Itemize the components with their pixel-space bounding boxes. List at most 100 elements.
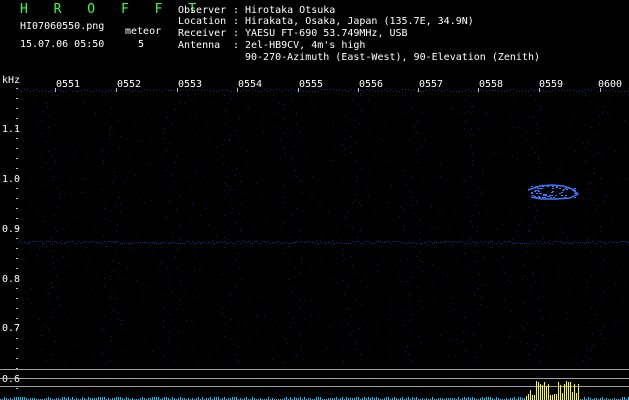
level-bar (542, 385, 543, 400)
noise-dot (217, 348, 218, 349)
noise-dot (513, 97, 514, 98)
echo-pixel (559, 193, 561, 194)
noise-dot (197, 297, 198, 298)
level-bar (546, 386, 547, 400)
noise-dot (56, 231, 57, 232)
noise-dot (118, 279, 119, 280)
noise-dot (298, 93, 299, 94)
noise-dot (360, 93, 361, 94)
noise-dot (571, 262, 572, 263)
noise-dot (622, 241, 623, 242)
frequency-tick (16, 108, 18, 109)
level-bar (576, 393, 577, 400)
noise-dot (566, 242, 567, 243)
noise-dot (273, 90, 274, 91)
noise-dot (520, 342, 521, 343)
noise-dot (281, 158, 282, 159)
noise-dot (291, 89, 292, 90)
noise-dot (115, 99, 116, 100)
noise-dot (417, 300, 418, 301)
noise-dot (218, 242, 219, 243)
noise-dot (414, 89, 415, 90)
noise-dot (534, 90, 535, 91)
noise-dot (70, 181, 71, 182)
noise-dot (110, 279, 111, 280)
noise-dot (272, 242, 273, 243)
noise-dot (411, 360, 412, 361)
noise-dot (118, 241, 119, 242)
noise-dot (451, 303, 452, 304)
noise-dot (588, 189, 589, 190)
noise-dot (602, 299, 603, 300)
noise-dot (169, 143, 170, 144)
noise-dot (228, 90, 229, 91)
noise-dot (150, 200, 151, 201)
noise-dot (68, 224, 69, 225)
noise-dot (442, 273, 443, 274)
noise-dot (426, 243, 427, 244)
noise-dot (231, 319, 232, 320)
frequency-tick (16, 118, 18, 119)
noise-dot (485, 112, 486, 113)
noise-dot (465, 181, 466, 182)
noise-dot (583, 360, 584, 361)
noise-dot (477, 90, 478, 91)
noise-dot (257, 316, 258, 317)
noise-dot (555, 89, 556, 90)
noise-dot (407, 259, 408, 260)
noise-dot (24, 242, 25, 243)
noise-dot (236, 241, 237, 242)
noise-dot (151, 138, 152, 139)
noise-dot (91, 288, 92, 289)
noise-dot (241, 204, 242, 205)
noise-dot (57, 207, 58, 208)
noise-dot (268, 170, 269, 171)
noise-dot (388, 203, 389, 204)
noise-dot (321, 89, 322, 90)
noise-dot (171, 90, 172, 91)
noise-dot (370, 243, 371, 244)
noise-dot (38, 257, 39, 258)
noise-dot (274, 126, 275, 127)
noise-dot (56, 242, 57, 243)
noise-dot (194, 271, 195, 272)
noise-dot (590, 193, 591, 194)
noise-dot (158, 264, 159, 265)
echo-pixel (563, 189, 565, 190)
noise-dot (595, 276, 596, 277)
noise-dot (41, 133, 42, 134)
noise-dot (60, 242, 61, 243)
noise-dot (402, 89, 403, 90)
noise-dot (346, 243, 347, 244)
noise-dot (235, 260, 236, 261)
noise-dot (440, 214, 441, 215)
noise-dot (18, 224, 19, 225)
noise-dot (246, 90, 247, 91)
noise-dot (399, 216, 400, 217)
noise-dot (576, 242, 577, 243)
noise-dot (84, 178, 85, 179)
noise-dot (67, 319, 68, 320)
noise-dot (522, 90, 523, 91)
echo-pixel (531, 193, 533, 194)
noise-dot (603, 89, 604, 90)
noise-dot (573, 242, 574, 243)
noise-dot (172, 175, 173, 176)
noise-dot (478, 187, 479, 188)
noise-dot (307, 340, 308, 341)
noise-dot (99, 90, 100, 91)
noise-dot (132, 91, 133, 92)
noise-dot (496, 243, 497, 244)
noise-dot (72, 153, 73, 154)
noise-dot (462, 91, 463, 92)
noise-dot (354, 201, 355, 202)
noise-dot (164, 128, 165, 129)
noise-dot (478, 252, 479, 253)
noise-dot (615, 91, 616, 92)
noise-dot (525, 190, 526, 191)
noise-dot (456, 242, 457, 243)
noise-dot (138, 91, 139, 92)
noise-dot (23, 303, 24, 304)
noise-dot (542, 243, 543, 244)
noise-dot (624, 120, 625, 121)
